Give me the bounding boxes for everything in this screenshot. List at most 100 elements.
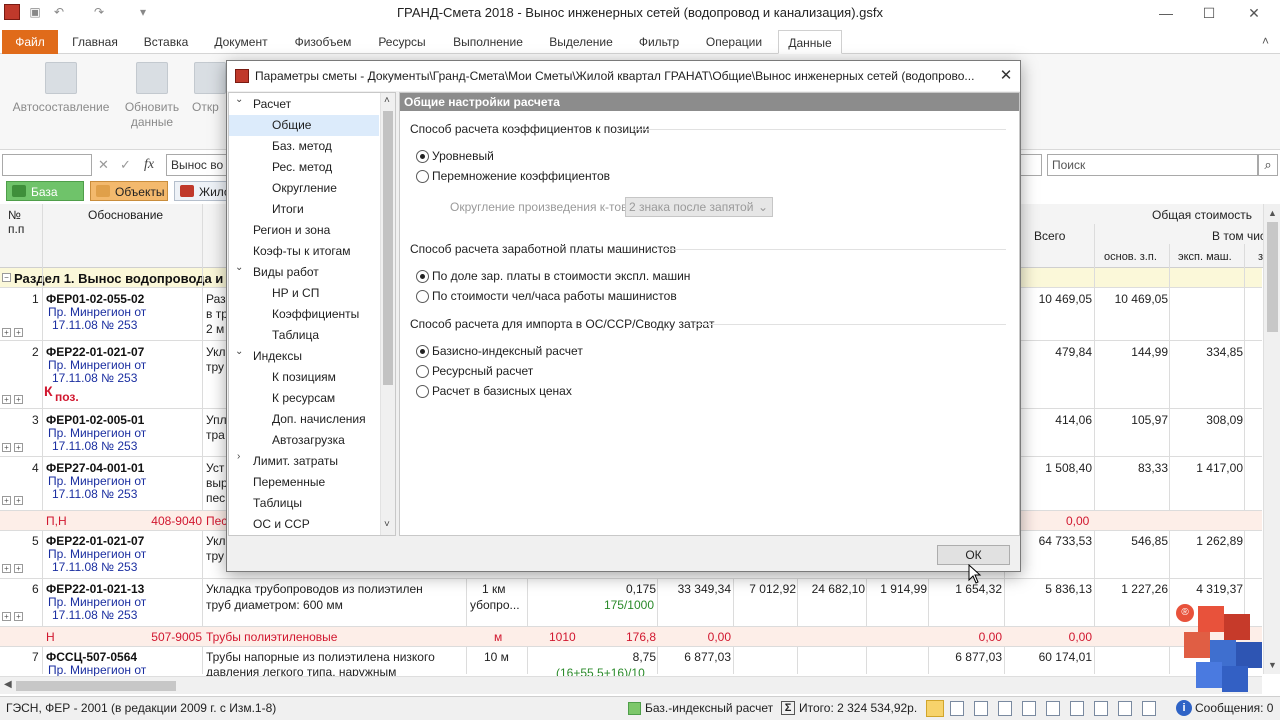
tree-item-extra-charges[interactable]: Доп. начисления xyxy=(272,409,366,430)
view-mode-8-icon[interactable] xyxy=(1094,701,1108,716)
option-multiply-radio[interactable]: Перемножение коэффициентов xyxy=(416,167,610,185)
rounding-select[interactable]: 2 знака после запятой ⌄ xyxy=(625,197,773,217)
tab-physvolume[interactable]: Физобъем xyxy=(286,30,360,54)
status-total[interactable]: Итого: 2 324 534,92р. xyxy=(799,701,917,716)
tree-item-total-coefs[interactable]: Коэф-ты к итогам xyxy=(253,241,350,262)
option-base-prices-radio[interactable]: Расчет в базисных ценах xyxy=(416,382,572,400)
tab-selection[interactable]: Выделение xyxy=(542,30,620,54)
tree-item-totals[interactable]: Итоги xyxy=(272,199,304,220)
row4-expand2-icon[interactable]: + xyxy=(14,496,23,505)
tree-item-general[interactable]: Общие xyxy=(229,115,379,136)
view-mode-2-icon[interactable] xyxy=(950,701,964,716)
row1-expand-icon[interactable]: + xyxy=(2,328,11,337)
cancel-edit-icon[interactable]: ✕ xyxy=(98,157,109,173)
tree-chevron-worktypes-icon[interactable]: ⌄ xyxy=(235,262,243,273)
tree-scroll-up-icon[interactable]: ˄ xyxy=(384,95,390,106)
tab-document[interactable]: Документ xyxy=(206,30,276,54)
scroll-up-icon[interactable]: ▲ xyxy=(1268,208,1277,218)
row5-expand2-icon[interactable]: + xyxy=(14,564,23,573)
search-input[interactable]: Поиск xyxy=(1047,154,1258,176)
update-data-button[interactable]: Обновить данные xyxy=(118,62,186,130)
grid-hscroll-thumb[interactable] xyxy=(16,681,176,691)
tree-item-work-types[interactable]: Виды работ xyxy=(253,262,319,283)
tab-data[interactable]: Данные xyxy=(778,30,842,54)
source-tab-objects[interactable]: Объекты xyxy=(90,181,168,201)
option-hourly-radio[interactable]: По стоимости чел/часа работы машинистов xyxy=(416,287,677,305)
scroll-down-icon[interactable]: ▼ xyxy=(1268,660,1277,670)
formula-input[interactable]: Вынос во xyxy=(166,154,230,176)
close-button[interactable]: ✕ xyxy=(1243,3,1265,23)
tree-item-to-resources[interactable]: К ресурсам xyxy=(272,388,335,409)
grid-scroll-thumb[interactable] xyxy=(1267,222,1278,332)
tree-item-rounding[interactable]: Округление xyxy=(272,178,337,199)
scroll-left-icon[interactable]: ◀ xyxy=(4,679,12,690)
formula-input-tail[interactable] xyxy=(1020,154,1042,176)
ribbon-collapse-icon[interactable]: ˄ xyxy=(1262,34,1269,48)
tab-operations[interactable]: Операции xyxy=(698,30,770,54)
tree-item-overhead[interactable]: НР и СП xyxy=(272,283,319,304)
tree-item-os-ssr[interactable]: ОС и ССР xyxy=(253,514,310,535)
row2-expand2-icon[interactable]: + xyxy=(14,395,23,404)
view-mode-5-icon[interactable] xyxy=(1022,701,1036,716)
minimize-button[interactable]: — xyxy=(1155,3,1177,23)
tab-insert[interactable]: Вставка xyxy=(136,30,196,54)
tree-chevron-calc-icon[interactable]: ⌄ xyxy=(235,94,243,105)
tree-item-calc[interactable]: Расчет xyxy=(253,94,377,115)
tab-execution[interactable]: Выполнение xyxy=(444,30,532,54)
view-mode-3-icon[interactable] xyxy=(974,701,988,716)
status-calc-method[interactable]: Баз.-индексный расчет xyxy=(645,701,773,716)
tree-item-base-method[interactable]: Баз. метод xyxy=(272,136,332,157)
row4-expand-icon[interactable]: + xyxy=(2,496,11,505)
grid-horizontal-scrollbar[interactable]: ◀ xyxy=(0,676,1262,694)
row3-expand-icon[interactable]: + xyxy=(2,443,11,452)
row1-expand2-icon[interactable]: + xyxy=(14,328,23,337)
tree-scroll-thumb[interactable] xyxy=(383,111,393,385)
tab-home[interactable]: Главная xyxy=(64,30,126,54)
tree-chevron-limits-icon[interactable]: › xyxy=(237,451,240,462)
status-messages[interactable]: Сообщения: 0 xyxy=(1195,701,1273,716)
row5-expand-icon[interactable]: + xyxy=(2,564,11,573)
tab-resources[interactable]: Ресурсы xyxy=(370,30,434,54)
option-level-radio[interactable]: Уровневый xyxy=(416,147,494,165)
tree-item-region[interactable]: Регион и зона xyxy=(253,220,330,241)
view-mode-4-icon[interactable] xyxy=(998,701,1012,716)
option-resource-radio[interactable]: Ресурсный расчет xyxy=(416,362,533,380)
row6-expand-icon[interactable]: + xyxy=(2,612,11,621)
confirm-edit-icon[interactable]: ✓ xyxy=(120,157,131,173)
row2-expand-icon[interactable]: + xyxy=(2,395,11,404)
view-mode-7-icon[interactable] xyxy=(1070,701,1084,716)
row6-expand2-icon[interactable]: + xyxy=(14,612,23,621)
tree-item-to-positions[interactable]: К позициям xyxy=(272,367,336,388)
tree-item-variables[interactable]: Переменные xyxy=(253,472,325,493)
auto-compose-button[interactable]: Автосоставление xyxy=(10,62,112,115)
tree-scroll-down-icon[interactable]: ˅ xyxy=(384,519,390,530)
dialog-close-button[interactable]: ✕ xyxy=(995,65,1017,87)
tab-filter[interactable]: Фильтр xyxy=(630,30,688,54)
tree-item-res-method[interactable]: Рес. метод xyxy=(272,157,332,178)
status-norm-base[interactable]: ГЭСН, ФЕР - 2001 (в редакции 2009 г. с И… xyxy=(6,701,276,716)
section-collapse-icon[interactable]: − xyxy=(2,273,11,282)
open-partial-button[interactable]: Откр xyxy=(192,62,226,115)
tree-item-autoload[interactable]: Автозагрузка xyxy=(272,430,345,451)
view-mode-10-icon[interactable] xyxy=(1142,701,1156,716)
tree-chevron-indexes-icon[interactable]: ⌄ xyxy=(235,346,243,357)
tab-file[interactable]: Файл xyxy=(2,30,58,54)
source-tab-base[interactable]: База xyxy=(6,181,84,201)
tree-item-limit-costs[interactable]: Лимит. затраты xyxy=(253,451,338,472)
tree-item-tables[interactable]: Таблицы xyxy=(253,493,302,514)
tree-item-table[interactable]: Таблица xyxy=(272,325,319,346)
info-icon[interactable]: i xyxy=(1176,700,1192,716)
view-mode-1-icon[interactable] xyxy=(926,700,944,717)
option-share-radio[interactable]: По доле зар. платы в стоимости экспл. ма… xyxy=(416,267,690,285)
function-icon[interactable]: fx xyxy=(144,157,154,173)
view-mode-6-icon[interactable] xyxy=(1046,701,1060,716)
search-icon[interactable]: ⌕ xyxy=(1258,154,1278,176)
option-base-index-radio[interactable]: Базисно-индексный расчет xyxy=(416,342,583,360)
cell-address-input[interactable] xyxy=(2,154,92,176)
tree-scrollbar[interactable]: ˄ ˅ xyxy=(380,93,395,535)
source-tab-residential[interactable]: Жило xyxy=(174,181,228,201)
tree-item-coefficients[interactable]: Коэффициенты xyxy=(272,304,359,325)
ok-button[interactable]: ОК xyxy=(937,545,1010,565)
view-mode-9-icon[interactable] xyxy=(1118,701,1132,716)
maximize-button[interactable]: ☐ xyxy=(1198,3,1220,23)
